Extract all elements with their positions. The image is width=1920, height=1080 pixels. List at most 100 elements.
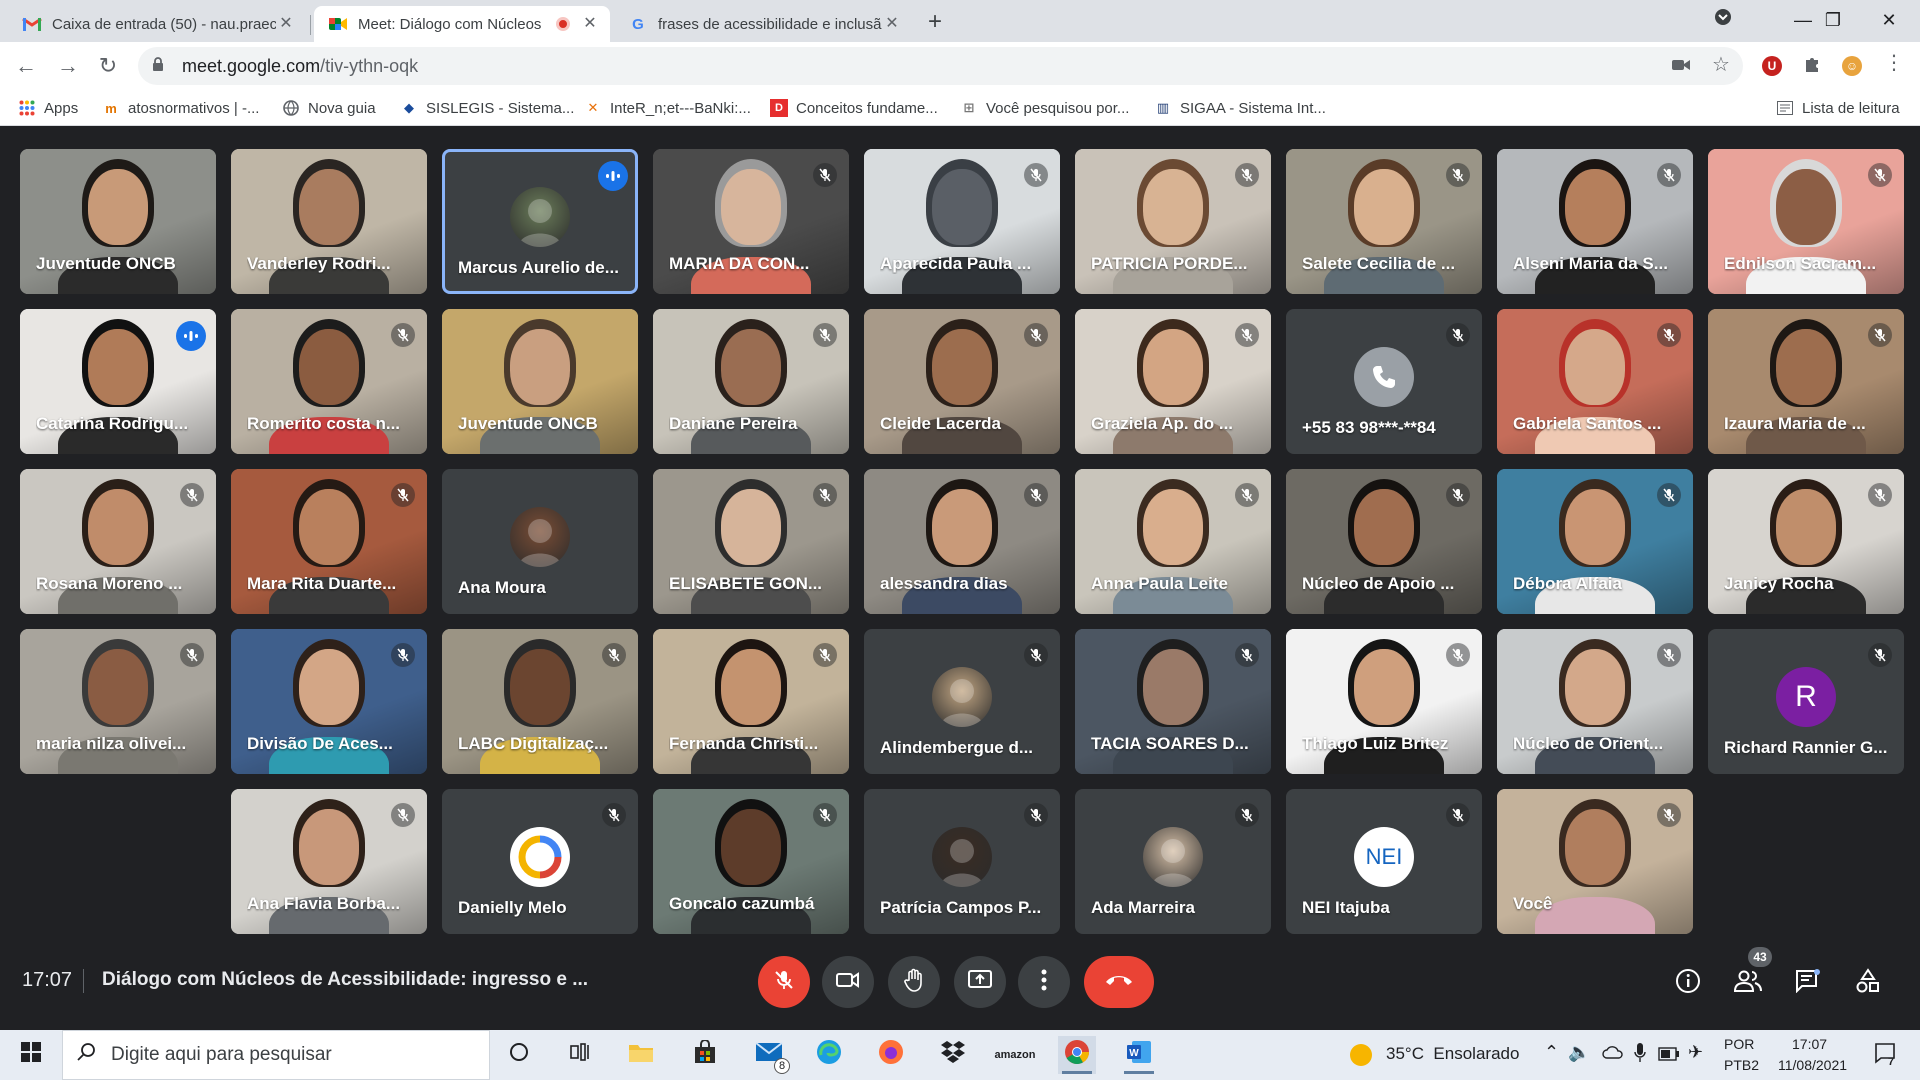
bookmark-star-icon[interactable]: ☆	[1712, 52, 1730, 77]
participant-tile[interactable]: Catarina Rodrigu...	[20, 309, 216, 454]
window-close-button[interactable]: ✕	[1866, 2, 1912, 38]
participant-tile[interactable]: Divisão De Aces...	[231, 629, 427, 774]
bookmark-apps[interactable]: Apps	[18, 96, 78, 120]
participant-tile[interactable]: Fernanda Christi...	[653, 629, 849, 774]
participant-tile[interactable]: Aparecida Paula ...	[864, 149, 1060, 294]
participant-tile[interactable]: Romerito costa n...	[231, 309, 427, 454]
chrome-button[interactable]	[1058, 1036, 1096, 1074]
dropbox-button[interactable]	[934, 1036, 972, 1074]
tab-meet[interactable]: Meet: Diálogo com Núcleos ✕	[314, 6, 610, 42]
onedrive-cloud-icon[interactable]	[1602, 1044, 1624, 1064]
back-button[interactable]: ←	[10, 50, 42, 82]
close-icon[interactable]: ✕	[580, 14, 600, 34]
airplane-mode-icon[interactable]: ✈	[1688, 1042, 1703, 1063]
participant-tile[interactable]: Ednilson Sacram...	[1708, 149, 1904, 294]
windows-start-button[interactable]	[12, 1036, 50, 1074]
bookmark-sigaa[interactable]: ▥ SIGAA - Sistema Int...	[1154, 96, 1326, 120]
raise-hand-button[interactable]	[888, 956, 940, 1008]
microphone-tray-icon[interactable]	[1634, 1042, 1646, 1069]
more-options-button[interactable]	[1018, 956, 1070, 1008]
participant-tile[interactable]: Núcleo de Orient...	[1497, 629, 1693, 774]
bookmark-voce-pesquisou[interactable]: ⊞ Você pesquisou por...	[960, 96, 1130, 120]
participant-tile[interactable]: TACIA SOARES D...	[1075, 629, 1271, 774]
close-icon[interactable]: ✕	[882, 14, 902, 34]
participant-tile[interactable]: Graziela Ap. do ...	[1075, 309, 1271, 454]
participant-tile[interactable]: NEI NEI Itajuba	[1286, 789, 1482, 934]
bookmark-internet-banking[interactable]: ✕ InteR_n;et---BaNki:...	[584, 96, 751, 120]
taskbar-search-box[interactable]: Digite aqui para pesquisar	[62, 1030, 490, 1080]
clock-date[interactable]: 11/08/2021	[1778, 1057, 1847, 1073]
notification-center-icon[interactable]	[1874, 1042, 1898, 1069]
participant-tile[interactable]: MARIA DA CON...	[653, 149, 849, 294]
battery-icon[interactable]	[1658, 1046, 1680, 1066]
participant-tile[interactable]: Daniane Pereira	[653, 309, 849, 454]
participant-tile[interactable]: Gabriela Santos ...	[1497, 309, 1693, 454]
bookmark-nova-guia[interactable]: Nova guia	[282, 96, 376, 120]
participant-tile[interactable]: PATRICIA PORDE...	[1075, 149, 1271, 294]
participant-tile[interactable]: Danielly Melo	[442, 789, 638, 934]
bookmark-conceitos[interactable]: D Conceitos fundame...	[770, 96, 938, 120]
cortana-button[interactable]	[500, 1036, 538, 1074]
chat-button[interactable]	[1790, 965, 1826, 1001]
participant-tile[interactable]: Anna Paula Leite	[1075, 469, 1271, 614]
participant-tile[interactable]: Goncalo cazumbá	[653, 789, 849, 934]
participant-tile[interactable]: Juventude ONCB	[442, 309, 638, 454]
meeting-details-button[interactable]	[1670, 965, 1706, 1001]
language-top[interactable]: POR	[1724, 1036, 1754, 1052]
participant-tile[interactable]: +55 83 98***-**84	[1286, 309, 1482, 454]
participant-tile[interactable]: Ana Moura	[442, 469, 638, 614]
amazon-button[interactable]: amazon	[995, 1036, 1036, 1074]
participant-tile[interactable]: LABC Digitalizaç...	[442, 629, 638, 774]
microphone-toggle-button[interactable]	[758, 956, 810, 1008]
tab-gmail[interactable]: Caixa de entrada (50) - nau.praec ✕	[8, 6, 306, 42]
edge-button[interactable]	[810, 1036, 848, 1074]
clock-time[interactable]: 17:07	[1792, 1036, 1827, 1052]
bookmark-sislegis[interactable]: ◆ SISLEGIS - Sistema...	[400, 96, 574, 120]
tab-google-search[interactable]: G frases de acessibilidade e inclusã ✕	[614, 6, 912, 42]
participant-tile[interactable]: Débora Alfaia	[1497, 469, 1693, 614]
firefox-button[interactable]	[872, 1036, 910, 1074]
bookmark-atosnormativos[interactable]: m atosnormativos | -...	[102, 96, 259, 120]
participant-tile[interactable]: Patrícia Campos P...	[864, 789, 1060, 934]
participant-tile[interactable]: Alseni Maria da S...	[1497, 149, 1693, 294]
participant-tile[interactable]: Rosana Moreno ...	[20, 469, 216, 614]
forward-button[interactable]: →	[52, 50, 84, 82]
volume-icon[interactable]: 🔈	[1568, 1042, 1590, 1063]
profile-avatar[interactable]: ☺	[1842, 56, 1862, 76]
participant-tile[interactable]: Janicy Rocha	[1708, 469, 1904, 614]
close-icon[interactable]: ✕	[276, 14, 296, 34]
file-explorer-button[interactable]	[622, 1036, 660, 1074]
participant-tile[interactable]: Juventude ONCB	[20, 149, 216, 294]
participant-tile[interactable]: Cleide Lacerda	[864, 309, 1060, 454]
participant-tile[interactable]: Ada Marreira	[1075, 789, 1271, 934]
reload-button[interactable]: ↻	[92, 50, 124, 82]
participant-tile[interactable]: Você	[1497, 789, 1693, 934]
participant-tile[interactable]: Vanderley Rodri...	[231, 149, 427, 294]
mail-button[interactable]: 8	[750, 1036, 790, 1074]
restore-button[interactable]: ❐	[1810, 2, 1856, 38]
participants-button[interactable]	[1730, 965, 1766, 1001]
participant-tile[interactable]: Mara Rita Duarte...	[231, 469, 427, 614]
participant-tile[interactable]: Marcus Aurelio de...	[442, 149, 638, 294]
participant-tile[interactable]: Izaura Maria de ...	[1708, 309, 1904, 454]
extension-u-icon[interactable]: U	[1762, 56, 1782, 76]
participant-tile[interactable]: ELISABETE GON...	[653, 469, 849, 614]
participant-tile[interactable]: Núcleo de Apoio ...	[1286, 469, 1482, 614]
participant-tile[interactable]: R Richard Rannier G...	[1708, 629, 1904, 774]
participant-tile[interactable]: maria nilza olivei...	[20, 629, 216, 774]
show-hidden-icons-icon[interactable]: ⌃	[1544, 1042, 1559, 1063]
participant-tile[interactable]: Ana Flavia Borba...	[231, 789, 427, 934]
word-button[interactable]: W	[1120, 1036, 1158, 1074]
new-tab-button[interactable]: +	[920, 8, 950, 38]
store-button[interactable]	[686, 1036, 724, 1074]
participant-tile[interactable]: Thiago Luiz Britez	[1286, 629, 1482, 774]
tab-search-icon[interactable]	[1700, 2, 1746, 38]
participant-tile[interactable]: alessandra dias	[864, 469, 1060, 614]
menu-kebab-icon[interactable]: ⋮	[1884, 50, 1904, 75]
language-bottom[interactable]: PTB2	[1724, 1057, 1759, 1073]
weather-text[interactable]: 35°C Ensolarado	[1386, 1044, 1519, 1064]
activities-button[interactable]	[1850, 965, 1886, 1001]
present-screen-button[interactable]	[954, 956, 1006, 1008]
camera-indicator-icon[interactable]	[1672, 56, 1690, 77]
camera-toggle-button[interactable]	[822, 956, 874, 1008]
